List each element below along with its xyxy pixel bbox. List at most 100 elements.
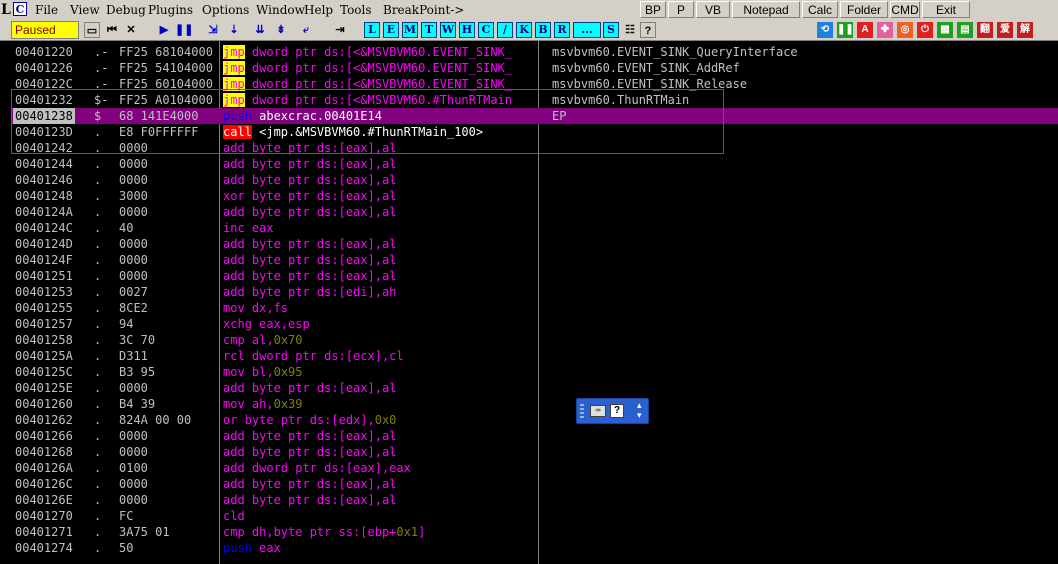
cpu-button[interactable]: C [478, 22, 494, 38]
options-icon[interactable]: ☷ [622, 22, 638, 38]
disassembly-cell: add byte ptr ds:[eax],al [223, 492, 541, 508]
disasm-row[interactable]: 0040126A. 0100 add dword ptr ds:[eax],eax [11, 460, 1058, 476]
breakpoints-button[interactable]: B [535, 22, 551, 38]
disasm-row[interactable]: 0040124C. 40 inc eax [11, 220, 1058, 236]
keyboard-icon[interactable]: ⌨ [590, 405, 606, 417]
power-icon[interactable]: ⏻ [917, 22, 933, 38]
execute-till-return-icon[interactable]: ⤶ [298, 22, 314, 38]
cmd-button[interactable]: CMD [890, 1, 920, 18]
disasm-row[interactable]: 00401242. 0000 add byte ptr ds:[eax],al [11, 140, 1058, 156]
step-over-icon[interactable]: ⇣ [226, 22, 242, 38]
love-icon[interactable]: 爱 [997, 22, 1013, 38]
goto-icon[interactable]: ⇥ [332, 22, 348, 38]
menu-help[interactable]: Help [304, 3, 333, 17]
menu-options[interactable]: Options [202, 3, 249, 17]
restart-icon[interactable]: ⏮ [104, 22, 120, 38]
trace-into-icon[interactable]: ⇊ [252, 22, 268, 38]
disasm-row[interactable]: 0040126C. 0000 add byte ptr ds:[eax],al [11, 476, 1058, 492]
disasm-row[interactable]: 00401274. 50 push eax [11, 540, 1058, 556]
disasm-row[interactable]: 00401232 $- FF25 A0104000 jmp dword ptr ds:… [11, 92, 1058, 108]
comment-cell: msvbvm60.EVENT_SINK_AddRef [552, 61, 740, 75]
disasm-row[interactable]: 00401271. 3A75 01 cmp dh,byte ptr ss:[ebp+… [11, 524, 1058, 540]
disasm-row[interactable]: 0040124A. 0000 add byte ptr ds:[eax],al [11, 204, 1058, 220]
menu-window[interactable]: Window [256, 3, 305, 17]
disasm-row[interactable]: 00401257. 94 xchg eax,esp [11, 316, 1058, 332]
options-chevron-icon[interactable]: ▴ ▾ [637, 401, 642, 421]
target-icon[interactable]: ◎ [897, 22, 913, 38]
call-stack-button[interactable]: K [516, 22, 532, 38]
disasm-row[interactable]: 00401246. 0000 add byte ptr ds:[eax],al [11, 172, 1058, 188]
notepad-button[interactable]: Notepad [732, 1, 800, 18]
disasm-row[interactable]: 00401248. 3000 xor byte ptr ds:[eax],al [11, 188, 1058, 204]
pause-icon[interactable]: ❚❚ [175, 22, 193, 38]
open-icon[interactable]: ▭ [84, 22, 100, 38]
calc-button[interactable]: Calc [802, 1, 838, 18]
menu-tools[interactable]: Tools [340, 3, 372, 17]
disasm-row[interactable]: 0040122C .- FF25 60104000 jmp dword ptr ds:… [11, 76, 1058, 92]
disasm-row[interactable]: 00401258. 3C 70 cmp al,0x70 [11, 332, 1058, 348]
trace-over-icon[interactable]: ⇟ [273, 22, 289, 38]
disasm-row[interactable]: 00401226 .- FF25 54104000 jmp dword ptr ds:… [11, 60, 1058, 76]
exit-button[interactable]: Exit [922, 1, 970, 18]
help-icon[interactable]: ? [640, 22, 656, 38]
step-into-icon[interactable]: ⇲ [205, 22, 221, 38]
run-trace-button[interactable]: ... [573, 22, 601, 38]
folder-button[interactable]: Folder [840, 1, 888, 18]
disasm-row[interactable]: 0040124F. 0000 add byte ptr ds:[eax],al [11, 252, 1058, 268]
bird-icon[interactable]: ✤ [877, 22, 893, 38]
grid-icon[interactable]: ▤ [957, 22, 973, 38]
bp-button[interactable]: BP [640, 1, 666, 18]
operand: byte ptr ds:[eax],al [244, 141, 397, 155]
calc-icon[interactable]: ▦ [937, 22, 953, 38]
handles-button[interactable]: H [459, 22, 475, 38]
drag-grip[interactable] [580, 404, 584, 418]
translate-icon[interactable]: 翻 [977, 22, 993, 38]
patches-button[interactable]: / [497, 22, 513, 38]
pause-plugin-icon[interactable]: ❚❚ [837, 22, 854, 38]
source-button[interactable]: S [603, 22, 619, 38]
disasm-row[interactable]: 0040126E. 0000 add byte ptr ds:[eax],al [11, 492, 1058, 508]
disasm-row[interactable]: 00401255. 8CE2 mov dx,fs [11, 300, 1058, 316]
menu-view[interactable]: View [70, 3, 100, 17]
run-icon[interactable]: ▶ [156, 22, 172, 38]
ime-floating-toolbar[interactable]: ⌨ ? ▴ ▾ [576, 398, 649, 424]
flow-marker: . [94, 173, 102, 187]
disassembly-cell: add byte ptr ds:[eax],al [223, 204, 541, 220]
disasm-row[interactable]: 00401238 $68 141E4000 push abexcrac.00401E… [11, 108, 1058, 124]
executable-modules-button[interactable]: E [383, 22, 399, 38]
menu-breakpoint[interactable]: BreakPoint-> [383, 3, 464, 17]
windows-button[interactable]: W [440, 22, 456, 38]
disasm-row[interactable]: 00401262. 824A 00 00 or byte ptr ds:[edx],… [11, 412, 1058, 428]
disasm-row[interactable]: 00401220 .- FF25 68104000 jmp dword ptr ds:… [11, 44, 1058, 60]
threads-button[interactable]: T [421, 22, 437, 38]
disassembly-pane[interactable]: 00401220 .- FF25 68104000 jmp dword ptr ds:… [0, 41, 1058, 564]
address-cell: 0040124D [15, 237, 73, 251]
menu-debug[interactable]: Debug [106, 3, 146, 17]
app-icon[interactable]: C [13, 2, 27, 16]
close-icon[interactable]: ✕ [123, 22, 139, 38]
help-question-icon[interactable]: ? [610, 404, 624, 418]
disasm-row[interactable]: 0040124D. 0000 add byte ptr ds:[eax],al [11, 236, 1058, 252]
memory-map-button[interactable]: M [402, 22, 418, 38]
disasm-row[interactable]: 00401260. B4 39 mov ah,0x39 [11, 396, 1058, 412]
disasm-row[interactable]: 00401251. 0000 add byte ptr ds:[eax],al [11, 268, 1058, 284]
disasm-row[interactable]: 00401268. 0000 add byte ptr ds:[eax],al [11, 444, 1058, 460]
p-button[interactable]: P [668, 1, 694, 18]
menu-plugins[interactable]: Plugins [148, 3, 193, 17]
references-button[interactable]: R [554, 22, 570, 38]
disasm-row[interactable]: 00401244. 0000 add byte ptr ds:[eax],al [11, 156, 1058, 172]
a-plugin-icon[interactable]: A [857, 22, 873, 38]
disasm-row[interactable]: 00401253. 0027 add byte ptr ds:[edi],ah [11, 284, 1058, 300]
disasm-row[interactable]: 0040125C. B3 95 mov bl,0x95 [11, 364, 1058, 380]
vb-button[interactable]: VB [696, 1, 730, 18]
log-window-button[interactable]: L [364, 22, 380, 38]
disasm-row[interactable]: 00401266. 0000 add byte ptr ds:[eax],al [11, 428, 1058, 444]
disasm-row[interactable]: 0040125A. D311 rcl dword ptr ds:[ecx],cl [11, 348, 1058, 364]
refresh-icon[interactable]: ⟲ [817, 22, 833, 38]
solve-icon[interactable]: 解 [1017, 22, 1033, 38]
menu-file[interactable]: File [35, 3, 58, 17]
disasm-row[interactable]: 0040125E. 0000 add byte ptr ds:[eax],al [11, 380, 1058, 396]
disassembly-cell: jmp dword ptr ds:[<&MSVBVM60.EVENT_SINK_ [223, 60, 541, 76]
disasm-row[interactable]: 00401270. FC cld [11, 508, 1058, 524]
disasm-row[interactable]: 0040123D. E8 F0FFFFFF call <jmp.&MSVBVM60.… [11, 124, 1058, 140]
